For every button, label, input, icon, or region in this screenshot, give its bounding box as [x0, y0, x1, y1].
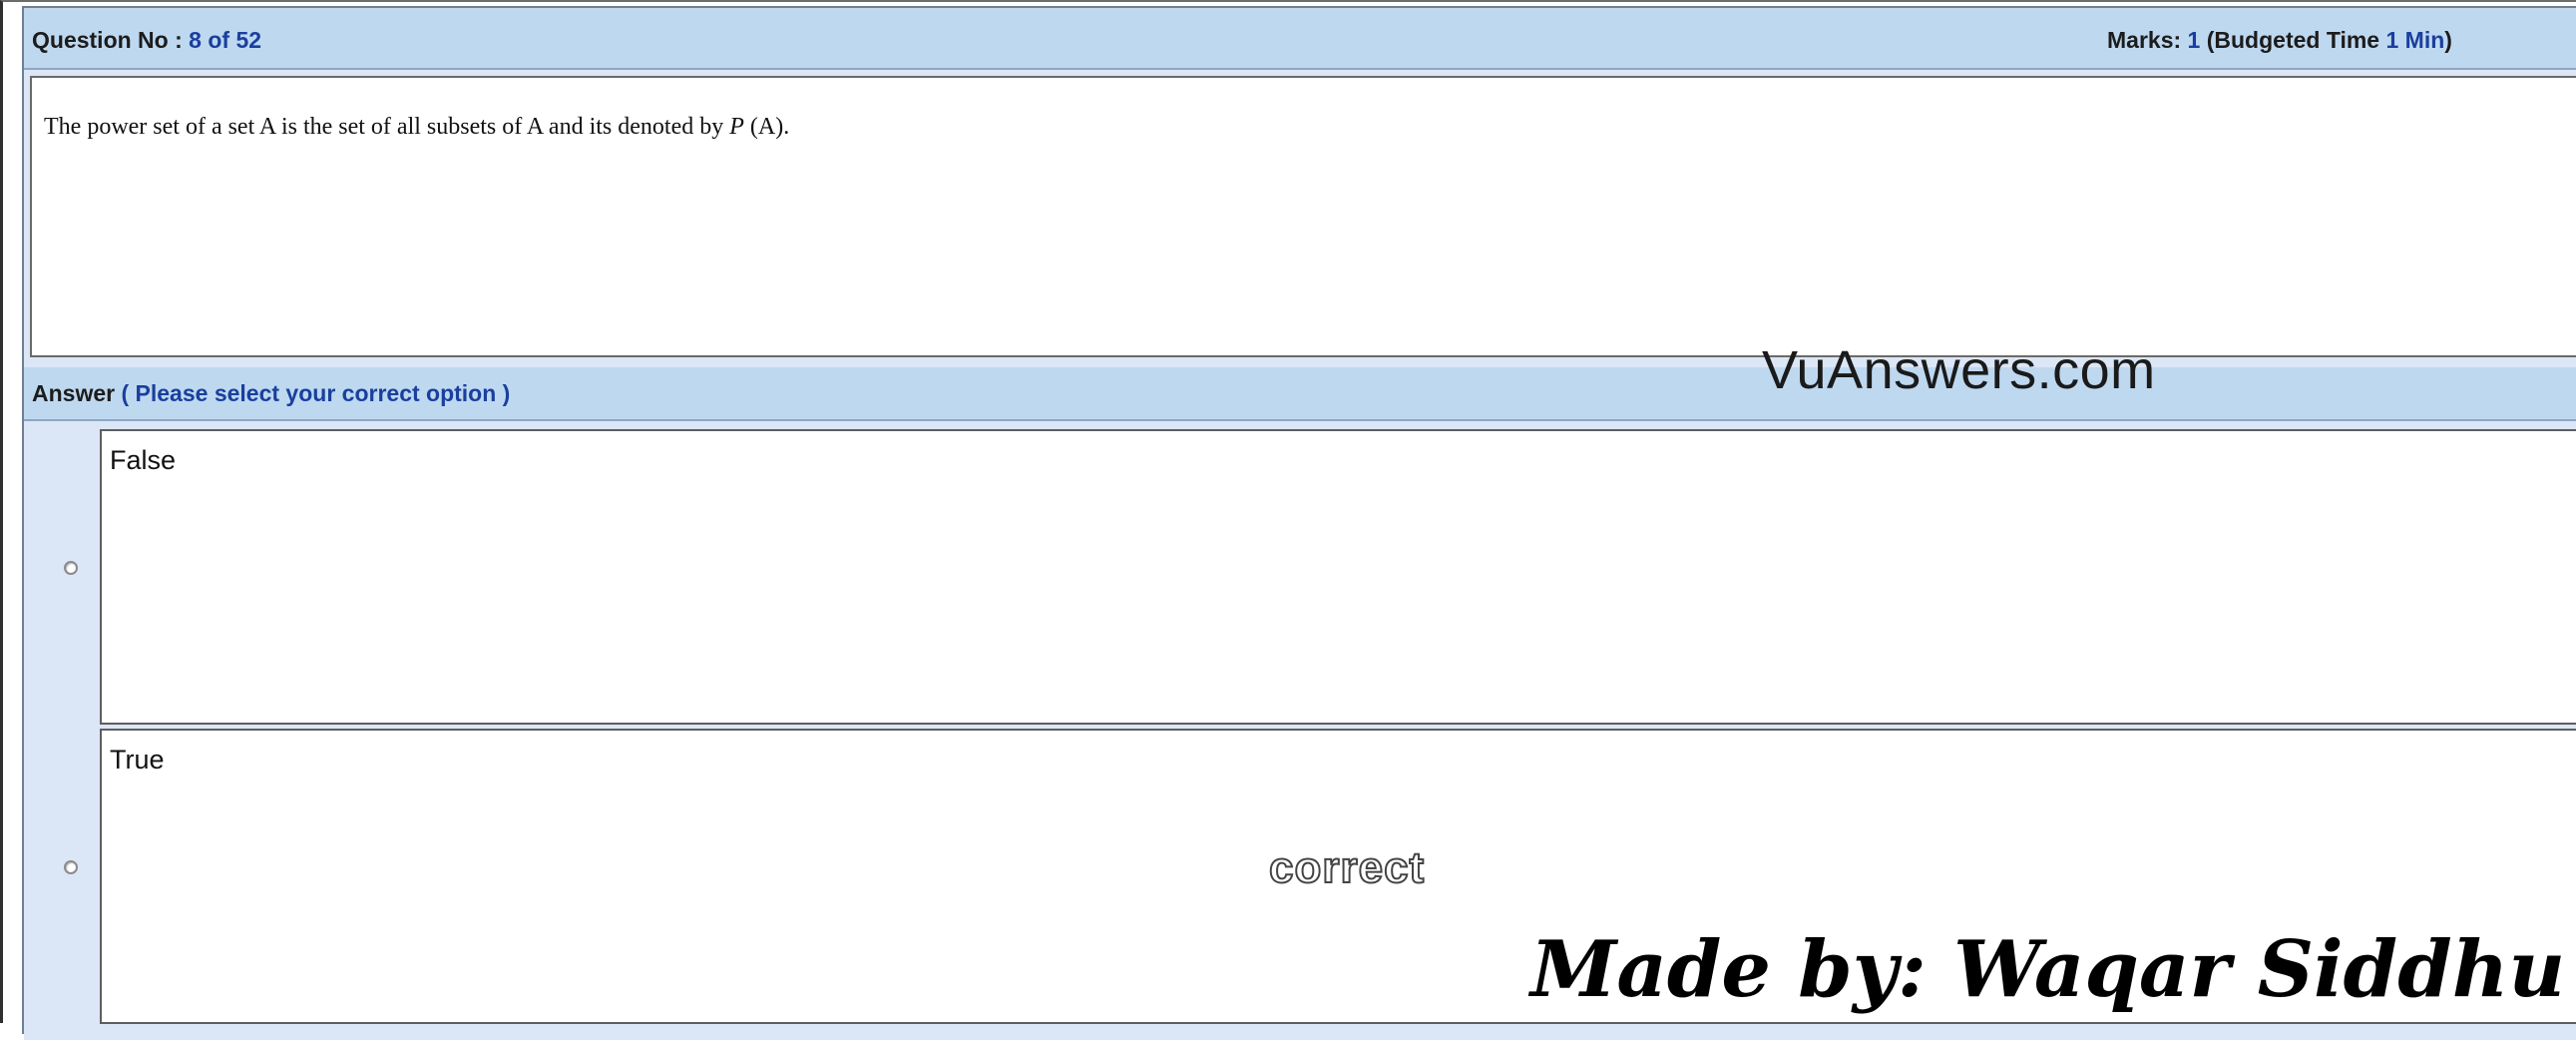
author-watermark: Made by: Waqar Siddhu [1526, 920, 2570, 1020]
option-false-box[interactable]: False [100, 429, 2576, 725]
question-number-value: 8 of 52 [189, 27, 262, 53]
question-text: The power set of a set A is the set of a… [44, 114, 789, 141]
marks-info: Marks: 1 (Budgeted Time 1 Min) [2107, 27, 2452, 54]
correct-watermark: correct [1268, 842, 1426, 893]
question-number-label: Question No : [32, 27, 190, 53]
option-false-radio[interactable] [64, 561, 78, 575]
option-true-radio[interactable] [64, 860, 78, 874]
budget-value: 1 Min [2385, 27, 2445, 53]
site-watermark: VuAnswers.com [1762, 340, 2156, 400]
power-set-symbol: P [729, 114, 744, 140]
question-text-main: The power set of a set A is the set of a… [44, 114, 730, 140]
budget-label: (Budgeted Time [2200, 27, 2386, 53]
budget-close: ) [2444, 27, 2452, 53]
option-false-label: False [110, 445, 177, 475]
question-number: Question No : 8 of 52 [32, 27, 261, 54]
question-box: The power set of a set A is the set of a… [30, 76, 2576, 357]
marks-label: Marks: [2107, 27, 2188, 53]
answer-label-text: Answer [32, 380, 116, 406]
option-true-label: True [110, 745, 165, 775]
question-text-end: (A). [743, 114, 790, 140]
marks-value: 1 [2187, 27, 2201, 53]
answer-label: Answer ( Please select your correct opti… [32, 380, 510, 407]
answer-header-bar: Answer ( Please select your correct opti… [24, 367, 2576, 421]
answer-hint: ( Please select your correct option ) [115, 380, 511, 406]
question-header-bar: Question No : 8 of 52 Marks: 1 (Budgeted… [24, 8, 2576, 70]
